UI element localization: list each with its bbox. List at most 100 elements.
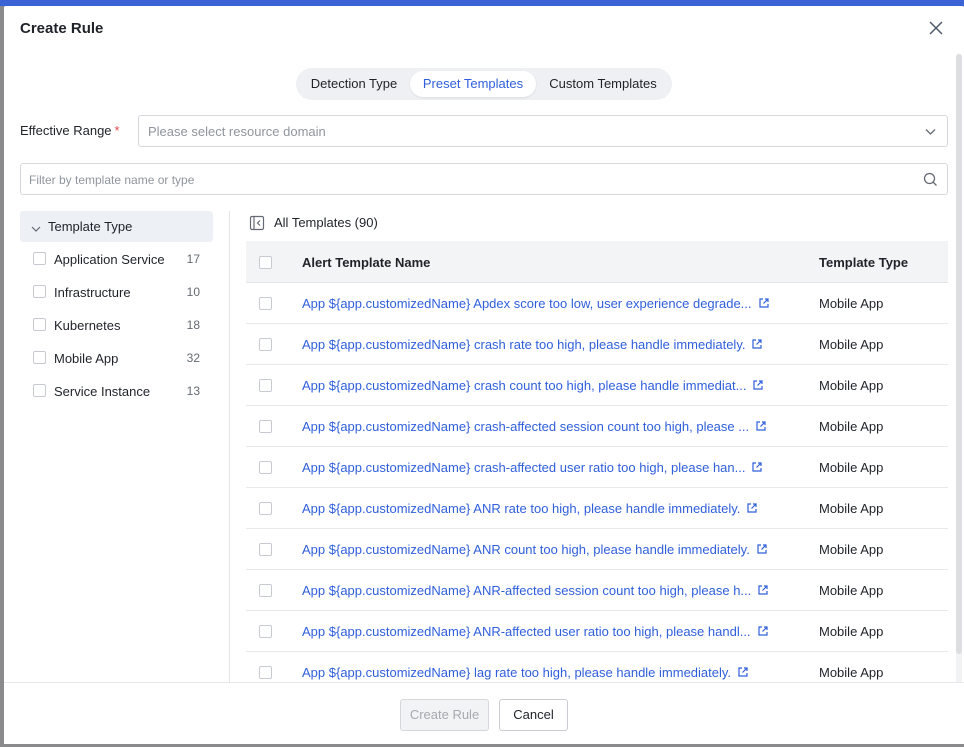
collapse-panel-icon[interactable] — [249, 215, 265, 231]
template-filter-search — [20, 163, 948, 195]
template-type-cell: Mobile App — [819, 296, 884, 311]
table-row[interactable]: App ${app.customizedName} ANR rate too h… — [246, 488, 948, 529]
template-name-link[interactable]: App ${app.customizedName} crash-affected… — [302, 419, 749, 434]
template-name-link[interactable]: App ${app.customizedName} ANR rate too h… — [302, 501, 740, 516]
template-name-link[interactable]: App ${app.customizedName} ANR-affected u… — [302, 624, 751, 639]
tree-item-service-instance[interactable]: Service Instance 13 — [20, 374, 213, 407]
effective-range-label: Effective Range * — [20, 123, 120, 138]
row-checkbox[interactable] — [259, 502, 272, 515]
column-header-type: Template Type — [819, 255, 909, 270]
row-checkbox[interactable] — [259, 543, 272, 556]
tree-item-count: 32 — [186, 351, 200, 365]
template-name-link[interactable]: App ${app.customizedName} crash rate too… — [302, 337, 745, 352]
table-row[interactable]: App ${app.customizedName} lag rate too h… — [246, 652, 948, 682]
template-type-cell: Mobile App — [819, 337, 884, 352]
checkbox[interactable] — [33, 318, 46, 331]
template-name-link[interactable]: App ${app.customizedName} ANR-affected s… — [302, 583, 751, 598]
tree-item-count: 13 — [186, 384, 200, 398]
tab-custom-templates[interactable]: Custom Templates — [540, 71, 666, 97]
row-checkbox[interactable] — [259, 297, 272, 310]
checkbox[interactable] — [33, 384, 46, 397]
table-header: Alert Template Name Template Type — [246, 241, 948, 283]
template-type-cell: Mobile App — [819, 542, 884, 557]
all-templates-title: All Templates (90) — [274, 215, 378, 230]
row-checkbox[interactable] — [259, 338, 272, 351]
template-name-link[interactable]: App ${app.customizedName} lag rate too h… — [302, 665, 731, 680]
table-row[interactable]: App ${app.customizedName} crash-affected… — [246, 406, 948, 447]
template-type-cell: Mobile App — [819, 624, 884, 639]
checkbox[interactable] — [33, 351, 46, 364]
panel-divider — [229, 211, 230, 687]
template-source-tabs: Detection Type Preset Templates Custom T… — [296, 68, 672, 100]
chevron-down-icon[interactable] — [31, 222, 41, 232]
table-row[interactable]: App ${app.customizedName} crash rate too… — [246, 324, 948, 365]
checkbox[interactable] — [33, 252, 46, 265]
template-type-tree: Template Type Application Service 17 Inf… — [20, 211, 213, 407]
template-type-cell: Mobile App — [819, 665, 884, 680]
template-name-link[interactable]: App ${app.customizedName} crash count to… — [302, 378, 746, 393]
checkbox[interactable] — [33, 285, 46, 298]
external-link-icon[interactable] — [757, 625, 769, 637]
dialog-title: Create Rule — [20, 20, 104, 37]
external-link-icon[interactable] — [751, 338, 763, 350]
template-type-cell: Mobile App — [819, 419, 884, 434]
tab-detection-type[interactable]: Detection Type — [302, 71, 406, 97]
table-body: App ${app.customizedName} Apdex score to… — [246, 283, 948, 682]
template-type-cell: Mobile App — [819, 583, 884, 598]
templates-table: Alert Template Name Template Type App ${… — [246, 241, 948, 682]
tree-item-label: Service Instance — [54, 384, 151, 399]
table-row[interactable]: App ${app.customizedName} crash count to… — [246, 365, 948, 406]
table-row[interactable]: App ${app.customizedName} crash-affected… — [246, 447, 948, 488]
create-rule-dialog: Create Rule Detection Type Preset Templa… — [4, 6, 964, 744]
scrollbar-thumb[interactable] — [956, 54, 962, 654]
table-row[interactable]: App ${app.customizedName} ANR-affected u… — [246, 611, 948, 652]
dialog-footer: Create Rule Cancel — [4, 682, 964, 744]
resource-domain-select[interactable]: Please select resource domain — [138, 115, 948, 147]
external-link-icon[interactable] — [757, 584, 769, 596]
tab-preset-templates[interactable]: Preset Templates — [410, 71, 536, 97]
external-link-icon[interactable] — [758, 297, 770, 309]
effective-range-label-text: Effective Range — [20, 123, 112, 138]
tree-item-label: Mobile App — [54, 351, 119, 366]
tree-header-label: Template Type — [48, 219, 133, 234]
tree-item-label: Kubernetes — [54, 318, 121, 333]
row-checkbox[interactable] — [259, 420, 272, 433]
template-name-link[interactable]: App ${app.customizedName} Apdex score to… — [302, 296, 752, 311]
template-type-cell: Mobile App — [819, 378, 884, 393]
template-type-cell: Mobile App — [819, 460, 884, 475]
tree-item-label: Application Service — [54, 252, 165, 267]
template-name-link[interactable]: App ${app.customizedName} ANR count too … — [302, 542, 750, 557]
close-icon[interactable] — [928, 20, 944, 36]
row-checkbox[interactable] — [259, 625, 272, 638]
tree-item-count: 10 — [186, 285, 200, 299]
table-row[interactable]: App ${app.customizedName} Apdex score to… — [246, 283, 948, 324]
tree-item-count: 18 — [186, 318, 200, 332]
template-name-link[interactable]: App ${app.customizedName} crash-affected… — [302, 460, 745, 475]
row-checkbox[interactable] — [259, 461, 272, 474]
cancel-button[interactable]: Cancel — [499, 699, 568, 731]
tree-item-label: Infrastructure — [54, 285, 131, 300]
table-row[interactable]: App ${app.customizedName} ANR-affected s… — [246, 570, 948, 611]
resource-domain-placeholder: Please select resource domain — [148, 124, 326, 139]
tree-item-application-service[interactable]: Application Service 17 — [20, 242, 213, 275]
external-link-icon[interactable] — [755, 420, 767, 432]
tree-item-infrastructure[interactable]: Infrastructure 10 — [20, 275, 213, 308]
create-rule-button[interactable]: Create Rule — [400, 699, 489, 731]
table-row[interactable]: App ${app.customizedName} ANR count too … — [246, 529, 948, 570]
tree-item-mobile-app[interactable]: Mobile App 32 — [20, 341, 213, 374]
search-input[interactable] — [29, 171, 909, 189]
row-checkbox[interactable] — [259, 666, 272, 679]
search-icon[interactable] — [923, 172, 938, 187]
select-all-checkbox[interactable] — [259, 256, 272, 269]
external-link-icon[interactable] — [756, 543, 768, 555]
tree-item-kubernetes[interactable]: Kubernetes 18 — [20, 308, 213, 341]
external-link-icon[interactable] — [751, 461, 763, 473]
column-header-name: Alert Template Name — [302, 255, 431, 270]
external-link-icon[interactable] — [737, 666, 749, 678]
external-link-icon[interactable] — [746, 502, 758, 514]
tree-item-count: 17 — [186, 252, 200, 266]
row-checkbox[interactable] — [259, 379, 272, 392]
tree-header-template-type[interactable]: Template Type — [20, 211, 213, 242]
row-checkbox[interactable] — [259, 584, 272, 597]
external-link-icon[interactable] — [752, 379, 764, 391]
